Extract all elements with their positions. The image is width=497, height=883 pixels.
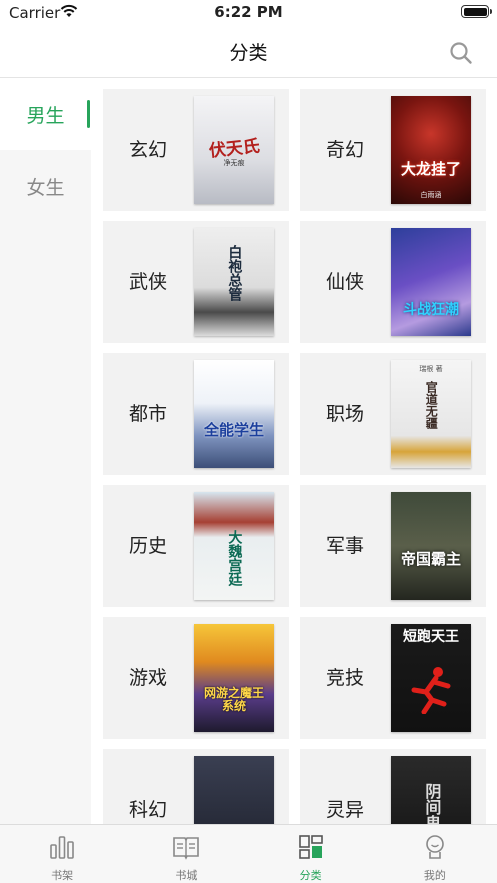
tab-label: 分类 xyxy=(299,869,322,882)
page-title: 分类 xyxy=(229,42,268,64)
category-card-junshi[interactable]: 军事 帝国霸主 xyxy=(300,485,486,607)
category-card-qihuan[interactable]: 奇幻 大龙挂了 白雨涵 xyxy=(300,89,486,211)
sidebar-item-female[interactable]: 女生 xyxy=(0,150,91,222)
cover-title: 短跑天王 xyxy=(403,629,459,645)
book-cover: 大魏宫廷 xyxy=(194,492,274,600)
runner-illustration xyxy=(411,667,451,714)
category-card-jingji[interactable]: 竞技 短跑天王 xyxy=(300,617,486,739)
clock: 6:22 PM xyxy=(214,3,283,21)
category-label: 军事 xyxy=(326,535,365,557)
gender-sidebar: 男生 女生 xyxy=(0,78,91,824)
cover-title: 全能学生 xyxy=(203,421,264,440)
book-cover: 帝国霸主 xyxy=(391,492,471,600)
search-icon[interactable] xyxy=(449,41,473,65)
cover-title: 斗战狂潮 xyxy=(403,301,459,318)
category-card-zhichang[interactable]: 职场 官道无疆 瑞根 著 xyxy=(300,353,486,475)
book-cover: 斗战狂潮 xyxy=(391,228,471,336)
book-cover: 白袍总管 xyxy=(194,228,274,336)
category-card-xianxia[interactable]: 仙侠 斗战狂潮 xyxy=(300,221,486,343)
category-label: 竞技 xyxy=(326,667,365,689)
category-label: 玄幻 xyxy=(129,139,168,161)
active-indicator xyxy=(87,100,90,128)
sidebar-item-label: 女生 xyxy=(26,176,65,199)
book-cover xyxy=(194,756,274,824)
cover-title: 网游之魔王系统 xyxy=(203,686,264,713)
category-label: 科幻 xyxy=(129,799,168,821)
category-label: 游戏 xyxy=(129,667,168,689)
sidebar-item-label: 男生 xyxy=(26,104,65,127)
cover-title: 大魏宫廷 xyxy=(226,530,243,586)
tab-profile[interactable]: 我的 xyxy=(373,825,497,883)
cover-subtitle: 白雨涵 xyxy=(420,191,442,199)
tab-category[interactable]: 分类 xyxy=(249,825,373,883)
nav-bar: 分类 xyxy=(0,26,497,78)
sidebar-item-male[interactable]: 男生 xyxy=(0,78,91,150)
cover-title: 帝国霸主 xyxy=(400,550,461,569)
book-cover: 伏天氏 净无痕 xyxy=(194,96,274,204)
category-icon xyxy=(298,835,323,859)
category-label: 奇幻 xyxy=(326,139,365,161)
tab-label: 我的 xyxy=(423,869,446,882)
book-cover: 大龙挂了 白雨涵 xyxy=(391,96,471,204)
book-cover: 官道无疆 瑞根 著 xyxy=(391,360,471,468)
tab-bar: 书架 书城 分类 我的 xyxy=(0,824,497,883)
cover-subtitle: 瑞根 著 xyxy=(419,365,443,373)
tab-label: 书架 xyxy=(51,869,74,882)
book-cover: 全能学生 xyxy=(194,360,274,468)
tab-label: 书城 xyxy=(175,869,198,882)
tab-bookshelf[interactable]: 书架 xyxy=(0,825,124,883)
profile-icon xyxy=(426,835,444,859)
tab-bookstore[interactable]: 书城 xyxy=(124,825,248,883)
book-cover: 短跑天王 xyxy=(391,624,471,732)
battery-icon xyxy=(461,5,492,18)
cover-title: 官道无疆 xyxy=(424,381,439,429)
category-card-kehuan[interactable]: 科幻 xyxy=(103,749,289,824)
category-card-xuanhuan[interactable]: 玄幻 伏天氏 净无痕 xyxy=(103,89,289,211)
category-label: 职场 xyxy=(326,403,365,425)
category-grid: 玄幻 伏天氏 净无痕 奇幻 大龙挂了 白雨涵 武侠 白袍总管 仙侠 斗战狂潮 都… xyxy=(91,78,497,824)
book-cover: 网游之魔王系统 xyxy=(194,624,274,732)
cover-title: 大龙挂了 xyxy=(400,160,461,179)
bookshelf-icon xyxy=(50,836,74,859)
category-card-wuxia[interactable]: 武侠 白袍总管 xyxy=(103,221,289,343)
category-label: 灵异 xyxy=(326,799,365,821)
category-card-lishi[interactable]: 历史 大魏宫廷 xyxy=(103,485,289,607)
category-card-lingyi[interactable]: 灵异 阴间鬼 xyxy=(300,749,486,824)
category-label: 都市 xyxy=(129,403,168,425)
cover-subtitle: 净无痕 xyxy=(223,159,245,167)
category-card-dushi[interactable]: 都市 全能学生 xyxy=(103,353,289,475)
category-label: 历史 xyxy=(129,535,168,557)
book-cover: 阴间鬼 xyxy=(391,756,471,824)
category-label: 仙侠 xyxy=(326,271,365,293)
cover-title: 白袍总管 xyxy=(226,245,243,301)
bookstore-icon xyxy=(173,837,200,860)
category-card-youxi[interactable]: 游戏 网游之魔王系统 xyxy=(103,617,289,739)
category-label: 武侠 xyxy=(129,271,168,293)
cover-title: 阴间鬼 xyxy=(422,783,442,824)
status-bar: Carrier 6:22 PM xyxy=(0,0,497,26)
